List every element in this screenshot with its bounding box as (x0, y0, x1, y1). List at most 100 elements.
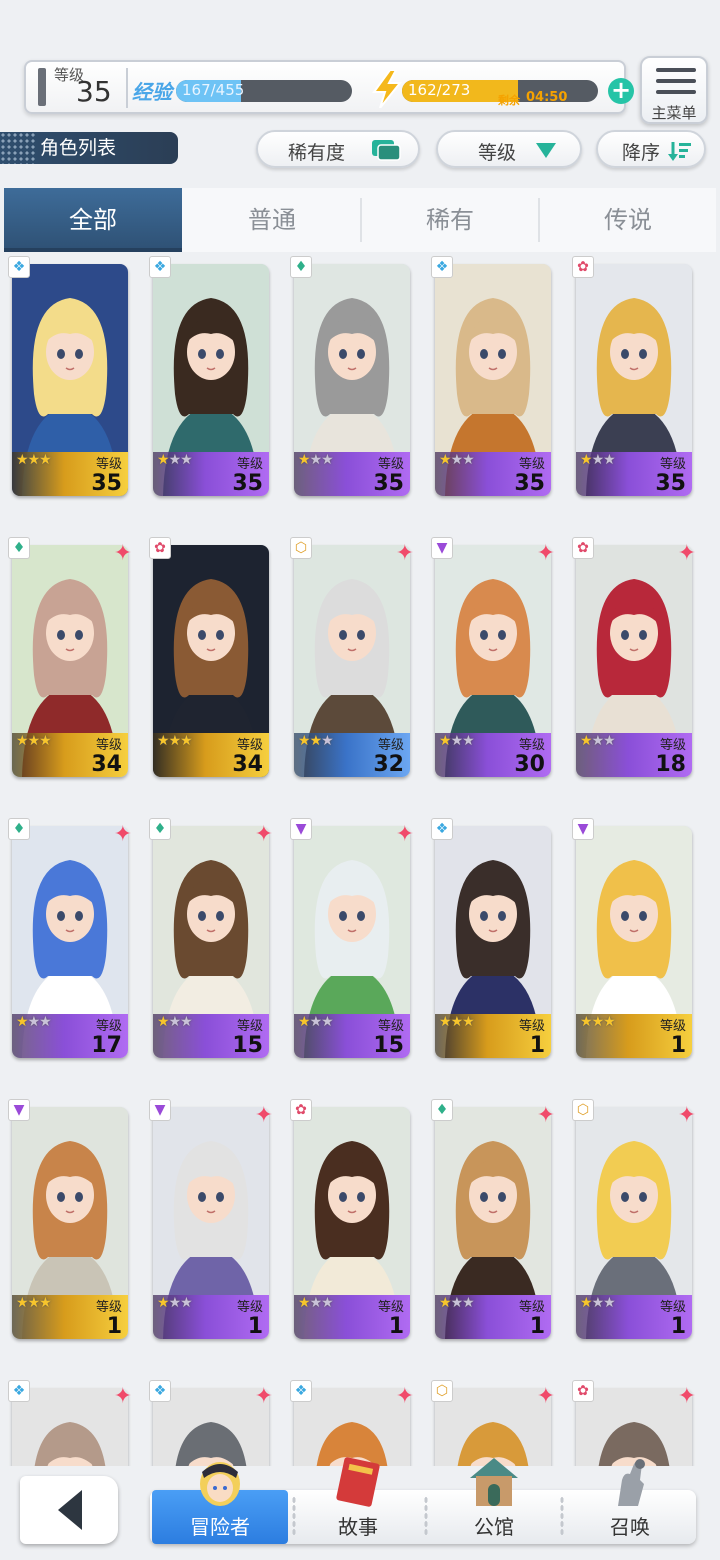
card-level-value: 35 (514, 471, 545, 496)
rarity-filter-button[interactable]: 稀有度 (256, 130, 420, 168)
star-icon: ★ (321, 1014, 334, 1030)
card-level-value: 35 (91, 471, 122, 496)
character-card[interactable]: ❖ ✦ (8, 1380, 132, 1466)
character-card[interactable]: ★★★ 等级 1 ✿ (290, 1099, 412, 1343)
water-element-icon: ❖ (149, 256, 171, 278)
rarity-filter-label: 稀有度 (288, 142, 346, 164)
character-card[interactable]: ★★★ 等级 1 ▼ ✦ (149, 1099, 273, 1343)
bottom-navigation: 冒险者 故事 公馆 召唤 (0, 1457, 720, 1560)
rarity-stars: ★★★ (16, 733, 52, 749)
exp-label: 经验 (132, 80, 172, 104)
card-level-value: 34 (232, 752, 263, 777)
card-level-label: 等级 (377, 457, 404, 472)
character-card[interactable]: ★★★ 等级 34 ♦ ✦ (8, 537, 132, 781)
rarity-stars: ★★★ (580, 1295, 616, 1311)
star-icon: ★ (157, 1295, 170, 1311)
stamina-value: 162/273 (408, 81, 471, 99)
nav-mansion[interactable]: 公馆 (426, 1458, 562, 1544)
character-card[interactable]: ★★★ 等级 18 ✿ ✦ (572, 537, 696, 781)
character-card[interactable]: ★★★ 等级 35 ❖ (431, 256, 553, 500)
character-card[interactable]: ★★★ 等级 30 ▼ ✦ (431, 537, 555, 781)
tab-rare[interactable]: 稀有 (362, 188, 538, 252)
card-frame: ★★★ 等级 1 (12, 1107, 128, 1339)
rarity-stars: ★★★ (439, 1295, 475, 1311)
card-frame: ★★★ 等级 1 (435, 1107, 551, 1339)
nav-story-label: 故事 (338, 1515, 378, 1539)
back-button[interactable] (20, 1476, 118, 1544)
cards-stack-icon (372, 140, 401, 161)
character-card[interactable]: ★★★ 等级 1 ▼ (8, 1099, 130, 1343)
star-icon: ★ (168, 1014, 182, 1030)
status-divider (126, 68, 128, 108)
star-icon: ★ (39, 733, 52, 749)
character-grid: ★★★ 等级 35 ❖ ★★★ 等级 35 ❖ ★★★ 等级 35 ♦ ★★★ 等级 35 ❖ ★★★ 等级 35 ✿… (0, 256, 720, 1466)
star-icon: ★ (16, 733, 29, 749)
sparkle-icon: ✦ (677, 1384, 696, 1409)
tab-all[interactable]: 全部 (4, 188, 182, 252)
dark-element-icon: ▼ (290, 818, 312, 840)
fire-element-icon: ✿ (572, 1380, 594, 1402)
card-level-value: 1 (529, 1033, 545, 1058)
main-menu-button[interactable]: 主菜单 (640, 56, 708, 124)
card-level-label: 等级 (659, 1019, 686, 1034)
title-dot-pattern (0, 132, 36, 164)
nav-summon-label: 召唤 (610, 1515, 650, 1539)
nav-mansion-label: 公馆 (474, 1515, 514, 1539)
card-level-label: 等级 (236, 1019, 263, 1034)
water-element-icon: ❖ (8, 256, 30, 278)
star-icon: ★ (591, 1014, 605, 1030)
nav-adventurers[interactable]: 冒险者 (152, 1462, 288, 1544)
sparkle-icon: ✦ (536, 1103, 555, 1128)
character-card[interactable]: ★★★ 等级 35 ♦ (290, 256, 412, 500)
stamina-timer: 04:50 (526, 90, 568, 105)
level-sort-dropdown[interactable]: 等级 (436, 130, 582, 168)
star-icon: ★ (27, 452, 41, 468)
star-icon: ★ (321, 452, 334, 468)
level-sort-label: 等级 (478, 142, 517, 164)
stamina-timer-label: 剩余 (498, 94, 520, 107)
card-frame: ★★★ 等级 32 (294, 545, 410, 777)
star-icon: ★ (157, 1014, 170, 1030)
character-card[interactable]: ★★★ 等级 17 ♦ ✦ (8, 818, 132, 1062)
character-card[interactable]: ★★★ 等级 1 ⬡ ✦ (572, 1099, 696, 1343)
nav-summon[interactable]: 召唤 (562, 1459, 698, 1544)
character-card[interactable]: ★★★ 等级 15 ♦ ✦ (149, 818, 273, 1062)
character-card[interactable]: ★★★ 等级 35 ✿ (572, 256, 694, 500)
nav-story[interactable]: 故事 (290, 1457, 426, 1544)
card-frame: ★★★ 等级 1 (576, 1107, 692, 1339)
character-card[interactable]: ★★★ 等级 34 ✿ (149, 537, 271, 781)
star-icon: ★ (603, 1295, 616, 1311)
stamina-bolt-icon (372, 70, 403, 108)
sparkle-icon: ✦ (395, 822, 414, 847)
tab-normal[interactable]: 普通 (184, 188, 360, 252)
fire-element-icon: ✿ (290, 1099, 312, 1121)
sort-order-button[interactable]: 降序 (596, 130, 706, 168)
character-card[interactable]: ★★★ 等级 35 ❖ (8, 256, 130, 500)
wind-element-icon: ♦ (290, 256, 312, 278)
character-card[interactable]: ★★★ 等级 1 ❖ (431, 818, 553, 1062)
character-card[interactable]: ★★★ 等级 1 ▼ (572, 818, 694, 1062)
star-icon: ★ (321, 733, 334, 749)
character-card[interactable]: ★★★ 等级 35 ❖ (149, 256, 271, 500)
character-card[interactable]: ★★★ 等级 1 ♦ ✦ (431, 1099, 555, 1343)
rarity-stars: ★★★ (439, 452, 475, 468)
tab-legendary[interactable]: 传说 (540, 188, 716, 252)
character-card[interactable]: ★★★ 等级 15 ▼ ✦ (290, 818, 414, 1062)
star-icon: ★ (27, 1014, 41, 1030)
card-level-value: 1 (247, 1314, 263, 1339)
star-icon: ★ (16, 1295, 29, 1311)
rarity-tabs: 全部 普通 稀有 传说 (4, 188, 716, 252)
card-level-value: 35 (373, 471, 404, 496)
character-card[interactable]: ★★★ 等级 32 ⬡ ✦ (290, 537, 414, 781)
card-frame: ★★★ 等级 1 (153, 1107, 269, 1339)
rarity-stars: ★★★ (580, 1014, 616, 1030)
dark-element-icon: ▼ (8, 1099, 30, 1121)
star-icon: ★ (591, 1295, 605, 1311)
add-stamina-button[interactable]: + (608, 78, 634, 104)
star-icon: ★ (580, 1295, 593, 1311)
card-level-label: 等级 (95, 1019, 122, 1034)
card-level-label: 等级 (518, 1019, 545, 1034)
card-level-label: 等级 (95, 738, 122, 753)
star-icon: ★ (450, 1295, 464, 1311)
wind-element-icon: ♦ (149, 818, 171, 840)
